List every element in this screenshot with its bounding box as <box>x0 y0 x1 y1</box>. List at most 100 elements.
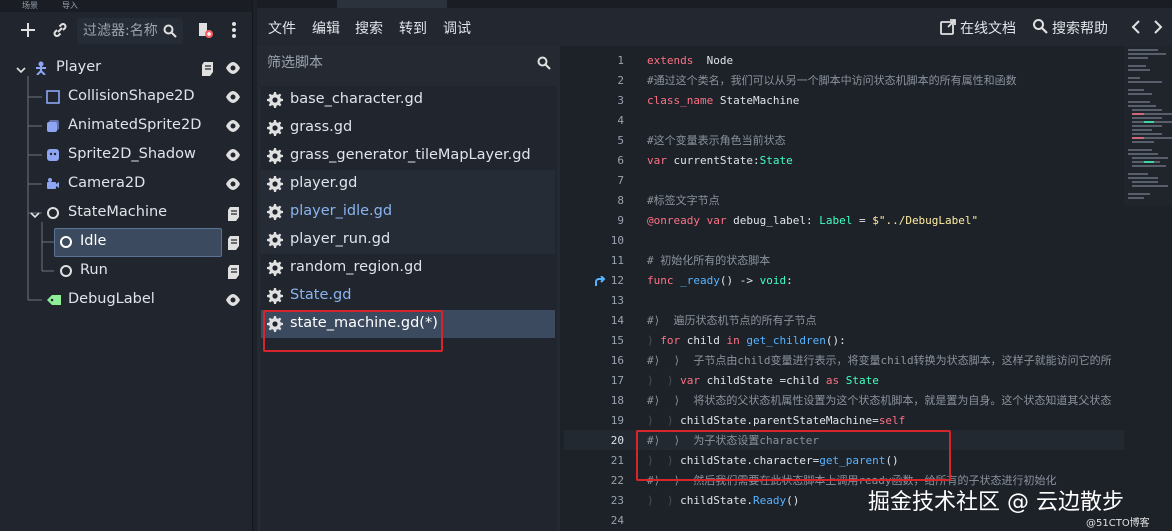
code-token: get_children <box>746 334 826 347</box>
tree-node-collisionshape2d[interactable]: CollisionShape2D <box>0 83 252 112</box>
code-token: () <box>885 454 899 467</box>
chevron-left-icon[interactable] <box>1131 19 1141 39</box>
menu-file[interactable]: 文件 <box>268 18 296 38</box>
line-number: 20 <box>610 434 624 447</box>
tree-node-sprite2d-shadow[interactable]: Sprite2D_Shadow <box>0 141 252 170</box>
line-number: 19 <box>610 414 624 427</box>
code-token: in <box>726 334 740 347</box>
script-item[interactable]: random_region.gd <box>261 254 555 282</box>
code-editor[interactable]: 1 extends Node 2 #通过这个类名，我们可以从另一个脚本中访问状态机脚本… <box>564 46 1172 531</box>
line-number: 7 <box>617 174 624 187</box>
script-name: base_character.gd <box>290 91 423 107</box>
code-line: 9 @onready var debug_label: Label = $"../… <box>564 211 1124 231</box>
tree-node-statemachine[interactable]: StateMachine <box>0 199 252 228</box>
script-icon[interactable] <box>227 264 241 284</box>
tree-node-label: Idle <box>80 233 107 249</box>
visibility-icon[interactable] <box>225 177 241 195</box>
code-token: State <box>845 374 879 387</box>
code-line: 13 <box>564 291 1124 311</box>
code-token: State <box>759 154 793 167</box>
character-body-icon <box>34 61 48 76</box>
code-token: (): <box>825 334 846 347</box>
visibility-icon[interactable] <box>225 119 241 137</box>
code-line: 14 #⟩ 遍历状态机节点的所有子节点 <box>564 311 1124 331</box>
tree-node-animatedsprite2d[interactable]: AnimatedSprite2D <box>0 112 252 141</box>
script-item[interactable]: base_character.gd <box>261 86 555 114</box>
help-search-icon[interactable] <box>1032 18 1049 39</box>
menu-debug[interactable]: 调试 <box>443 18 471 38</box>
script-item[interactable]: State.gd <box>261 282 555 310</box>
line-number: 16 <box>610 354 624 367</box>
code-token: func <box>647 274 674 287</box>
script-icon[interactable] <box>227 235 241 255</box>
chevron-right-icon[interactable] <box>1153 19 1163 39</box>
code-token: self <box>878 414 906 427</box>
online-docs-button[interactable]: 在线文档 <box>960 18 1016 38</box>
code-minimap[interactable] <box>1124 46 1172 531</box>
script-menu-bar: 文件 编辑 搜索 转到 调试 在线文档 搜索帮助 <box>257 8 1172 46</box>
code-token: @onready var <box>647 214 727 227</box>
search-help-button[interactable]: 搜索帮助 <box>1052 18 1108 38</box>
script-item[interactable]: player_idle.gd <box>261 198 555 226</box>
script-icon[interactable] <box>201 61 215 81</box>
tree-node-label: StateMachine <box>68 204 168 220</box>
script-item[interactable]: grass_generator_tileMapLayer.gd <box>261 142 555 170</box>
search-icon[interactable] <box>537 55 551 74</box>
tree-node-run[interactable]: Run <box>0 257 252 286</box>
collapse-arrow-icon[interactable] <box>30 208 40 224</box>
code-token: currentState: <box>666 154 760 167</box>
script-item[interactable]: player_run.gd <box>261 226 555 254</box>
line-number: 17 <box>610 374 624 387</box>
visibility-icon[interactable] <box>225 61 241 79</box>
gear-icon <box>267 92 283 108</box>
code-token: childState. <box>680 494 753 507</box>
tree-node-label: Run <box>80 262 108 278</box>
line-number: 23 <box>610 494 624 507</box>
sprite-icon <box>46 148 60 162</box>
code-line: 6 var currentState:State <box>564 151 1124 171</box>
tree-node-camera2d[interactable]: Camera2D <box>0 170 252 199</box>
tree-node-player[interactable]: Player <box>0 54 252 83</box>
gear-icon <box>267 232 283 248</box>
menu-goto[interactable]: 转到 <box>399 18 427 38</box>
animated-sprite-icon <box>46 119 60 133</box>
code-token: ⟩ ⟩ <box>647 454 681 467</box>
collapse-arrow-icon[interactable] <box>16 63 26 79</box>
gear-icon <box>267 316 283 332</box>
visibility-icon[interactable] <box>225 293 241 311</box>
tree-node-label: DebugLabel <box>68 291 155 307</box>
script-icon[interactable] <box>227 206 241 226</box>
visibility-icon[interactable] <box>225 148 241 166</box>
tree-node-label: Player <box>56 59 102 75</box>
script-item[interactable]: player.gd <box>261 170 555 198</box>
code-token: childState.parentStateMachine= <box>680 414 879 427</box>
code-token: childState =child <box>700 374 826 387</box>
script-item[interactable]: grass.gd <box>261 114 555 142</box>
code-token: #⟩ ⟩ 为子状态设置character <box>647 434 819 447</box>
code-token: () <box>786 494 800 507</box>
menu-search[interactable]: 搜索 <box>355 18 383 38</box>
visibility-icon[interactable] <box>225 90 241 108</box>
external-link-icon[interactable] <box>940 19 956 39</box>
menu-edit[interactable]: 编辑 <box>312 18 340 38</box>
gear-icon <box>267 204 283 220</box>
script-item[interactable]: state_machine.gd(*) <box>261 310 555 338</box>
code-token: # 初始化所有的状态脚本 <box>647 254 771 267</box>
tree-node-idle[interactable]: Idle <box>0 228 252 257</box>
code-text: @onready var debug_label: Label = $"../D… <box>647 211 978 231</box>
editor-tab-strip <box>257 0 1172 8</box>
code-token: ⟩ ⟩ <box>647 414 681 427</box>
line-number: 5 <box>617 134 624 147</box>
code-text: func _ready() -> void: <box>647 271 793 291</box>
code-token: Label <box>819 214 853 227</box>
node-icon <box>46 206 60 220</box>
script-filter-input[interactable] <box>267 53 527 73</box>
code-token: StateMachine <box>713 94 800 107</box>
code-text: extends Node <box>647 51 733 71</box>
code-line: 8 #标签文字节点 <box>564 191 1124 211</box>
editor-tab-active[interactable] <box>337 0 447 8</box>
code-token: as <box>825 374 840 387</box>
tree-node-debuglabel[interactable]: DebugLabel <box>0 286 252 315</box>
code-token: #通过这个类名，我们可以从另一个脚本中访问状态机脚本的所有属性和函数 <box>647 74 1017 87</box>
